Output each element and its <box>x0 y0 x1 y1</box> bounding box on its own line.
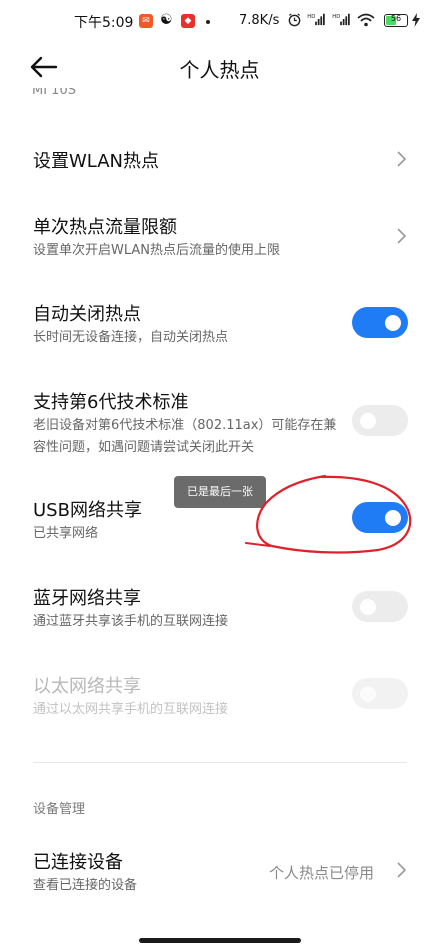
red-annotation-circle <box>245 474 412 554</box>
home-indicator[interactable] <box>139 938 301 943</box>
